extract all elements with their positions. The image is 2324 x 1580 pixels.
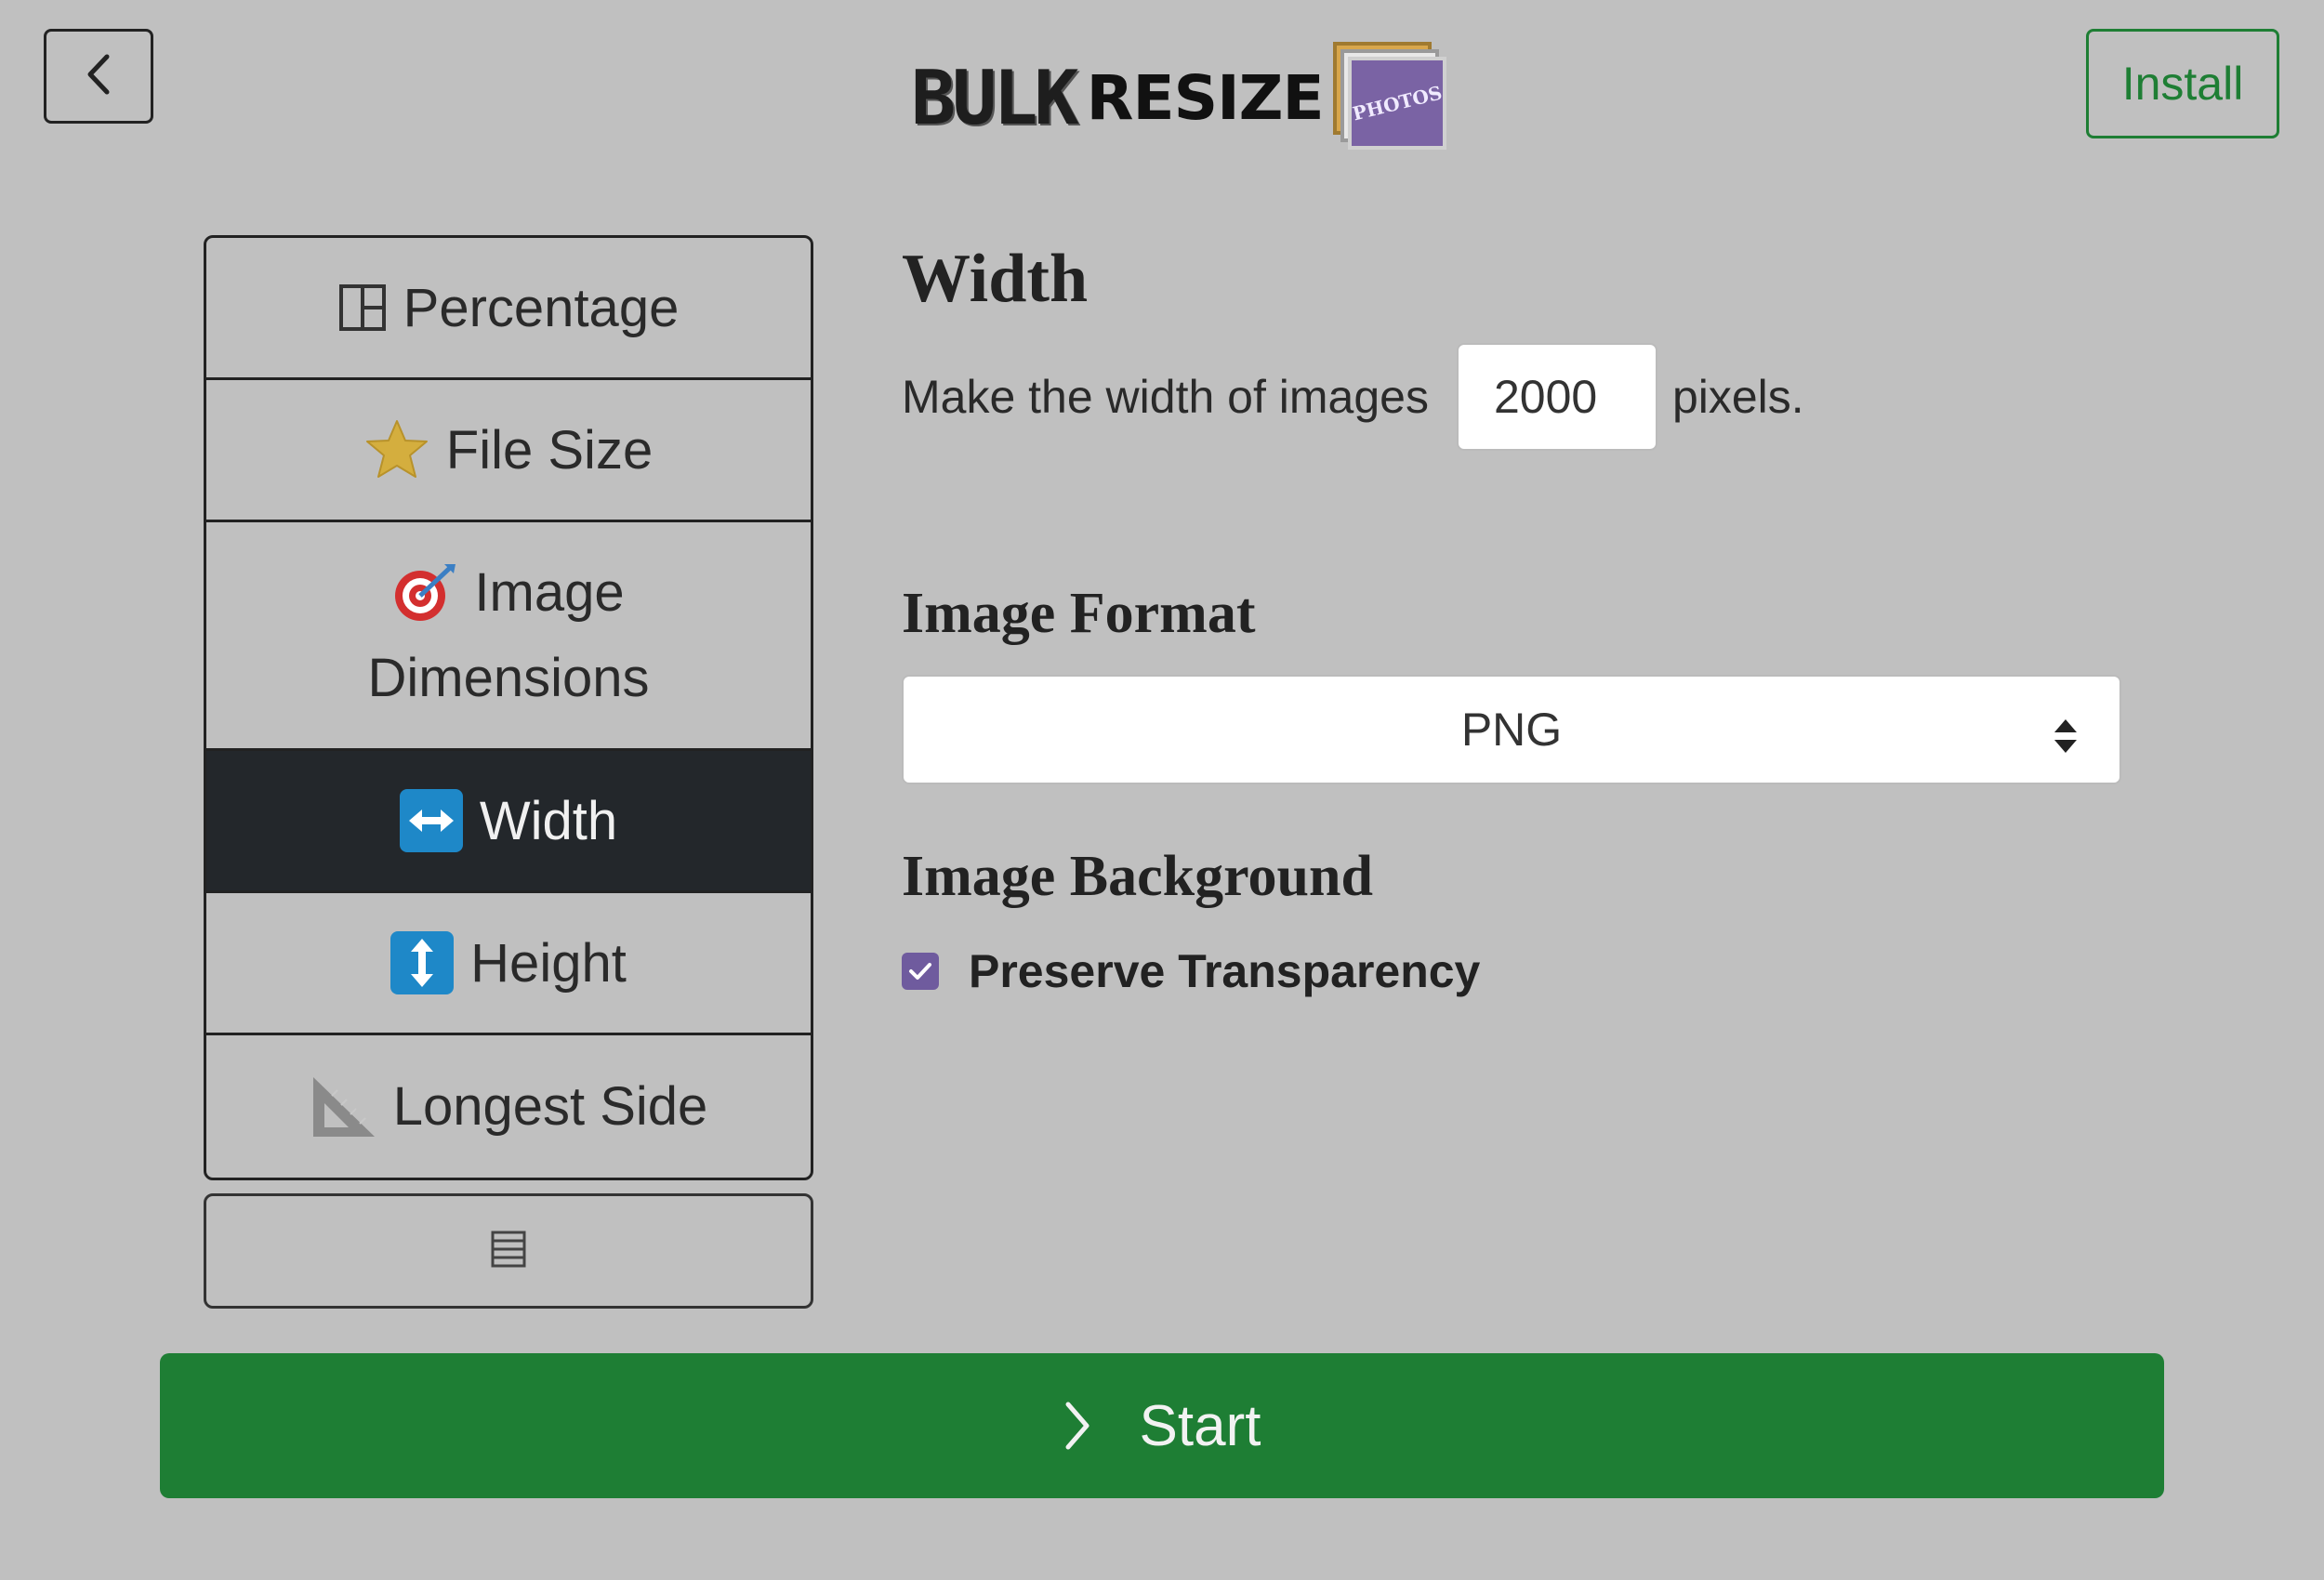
menu-item-label: Longest Side bbox=[392, 1076, 708, 1137]
format-section-title: Image Format bbox=[902, 582, 1256, 645]
width-row: Make the width of images pixels. bbox=[902, 342, 1804, 452]
width-input[interactable] bbox=[1456, 343, 1657, 451]
width-section-title: Width bbox=[902, 241, 1089, 317]
resize-mode-menu: Percentage File Size Image Dimensions Wi… bbox=[204, 235, 813, 1180]
back-button[interactable] bbox=[44, 29, 153, 124]
menu-item-longest-side[interactable]: Longest Side bbox=[206, 1035, 811, 1178]
logo-word-resize: RESIZE bbox=[1086, 61, 1325, 134]
install-button[interactable]: Install bbox=[2086, 29, 2279, 138]
preserve-transparency-label[interactable]: Preserve Transparency bbox=[969, 944, 1480, 998]
menu-item-image-dimensions[interactable]: Image Dimensions bbox=[206, 522, 811, 751]
app-logo: BULK RESIZE PHOTOS bbox=[911, 37, 1446, 158]
width-prefix-text: Make the width of images bbox=[902, 371, 1429, 423]
preserve-transparency-checkbox[interactable] bbox=[902, 953, 939, 990]
menu-item-label: Height bbox=[470, 932, 627, 994]
chevron-right-icon bbox=[1063, 1401, 1091, 1451]
start-button[interactable]: Start bbox=[160, 1353, 2164, 1498]
triangle-ruler-icon bbox=[310, 1075, 376, 1139]
star-icon bbox=[364, 419, 429, 481]
more-options-button[interactable] bbox=[204, 1193, 813, 1309]
width-suffix-text: pixels. bbox=[1671, 371, 1804, 423]
list-icon bbox=[491, 1231, 526, 1272]
select-arrows-icon bbox=[2053, 712, 2079, 766]
menu-item-width[interactable]: Width bbox=[206, 751, 811, 893]
menu-item-percentage[interactable]: Percentage bbox=[206, 238, 811, 380]
menu-item-height[interactable]: Height bbox=[206, 893, 811, 1035]
chevron-left-icon bbox=[85, 53, 112, 100]
logo-badge: PHOTOS bbox=[1350, 81, 1445, 125]
menu-item-label-line2: Dimensions bbox=[367, 647, 650, 708]
logo-word-bulk: BULK bbox=[911, 54, 1079, 141]
left-right-arrow-icon bbox=[399, 789, 463, 852]
photos-stack-icon: PHOTOS bbox=[1332, 42, 1446, 153]
start-label: Start bbox=[1139, 1393, 1261, 1458]
format-selected-value: PNG bbox=[1460, 704, 1563, 756]
menu-item-file-size[interactable]: File Size bbox=[206, 380, 811, 522]
menu-item-label: Width bbox=[479, 790, 618, 851]
target-icon bbox=[392, 562, 457, 624]
menu-item-label: Percentage bbox=[403, 277, 680, 338]
menu-item-label-line1: Image bbox=[474, 561, 625, 623]
preserve-transparency-row: Preserve Transparency bbox=[902, 943, 1480, 999]
menu-item-label: File Size bbox=[445, 419, 654, 481]
background-section-title: Image Background bbox=[902, 845, 1373, 908]
percentage-icon bbox=[338, 283, 387, 332]
format-select[interactable]: PNG bbox=[902, 675, 2121, 784]
up-down-arrow-icon bbox=[390, 931, 455, 994]
checkmark-icon bbox=[909, 963, 931, 980]
